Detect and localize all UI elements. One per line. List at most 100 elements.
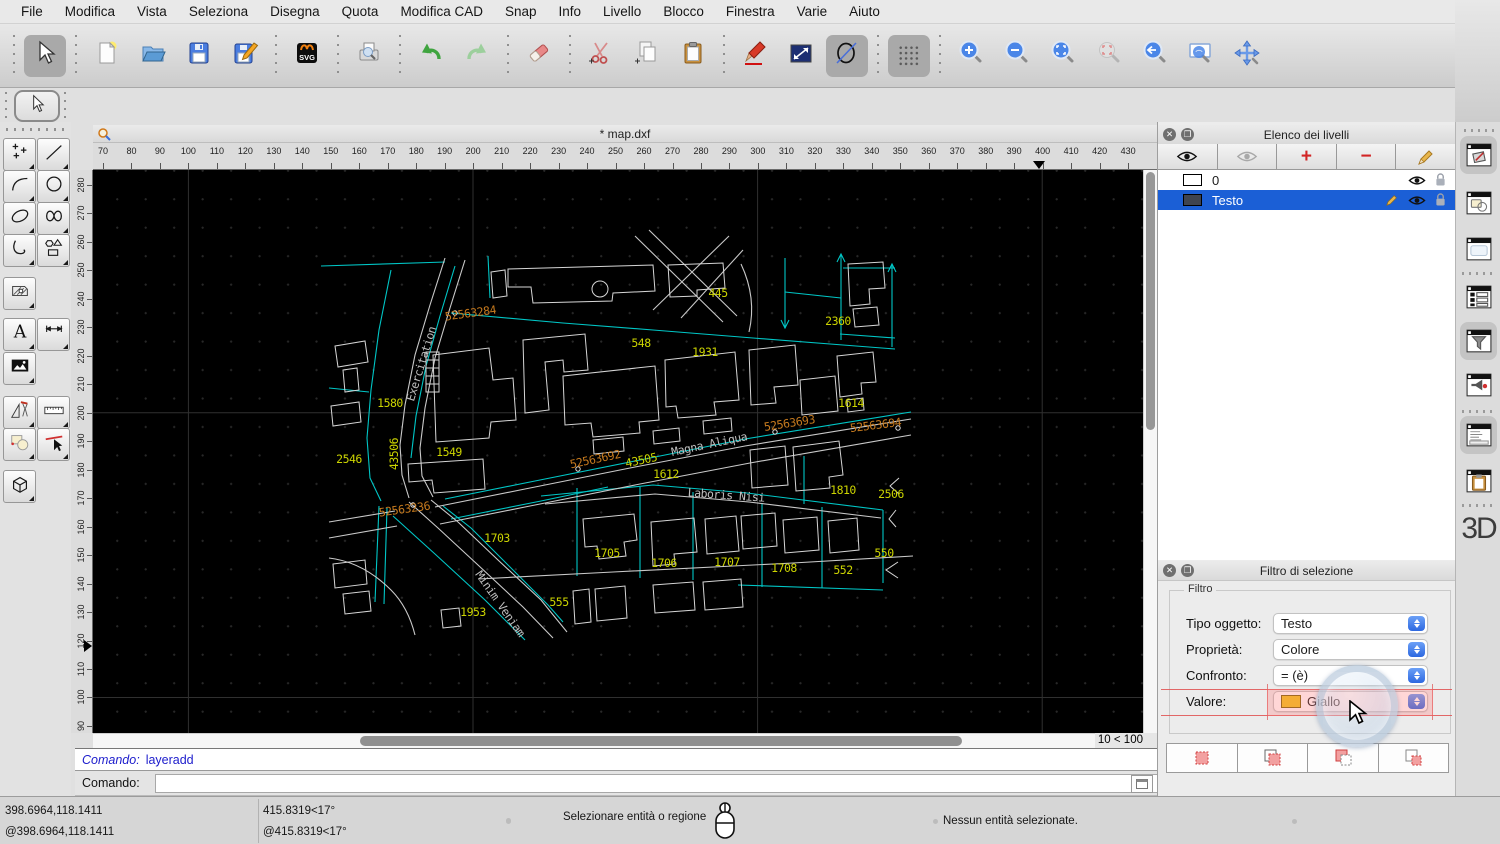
palette-drag-handle[interactable] <box>6 128 64 131</box>
select-new-button[interactable] <box>1167 744 1237 772</box>
drafting-tools-button[interactable] <box>3 396 36 429</box>
palette-drag-handle[interactable] <box>64 92 66 118</box>
pan-button[interactable] <box>1226 35 1268 77</box>
dimension-tool-button[interactable] <box>37 318 70 351</box>
image-tool-button[interactable] <box>3 352 36 385</box>
horizontal-scroll-thumb[interactable] <box>360 736 962 746</box>
polyline-tool-button[interactable] <box>3 234 36 267</box>
layer-row-0[interactable]: 0 <box>1158 170 1455 190</box>
show-all-layers-button[interactable] <box>1158 144 1218 169</box>
collapse-icon[interactable]: ❐ <box>1181 564 1194 577</box>
grid-toggle-button[interactable] <box>888 35 930 77</box>
menu-file[interactable]: File <box>10 4 54 19</box>
layer-visibility-icon[interactable] <box>1408 175 1426 186</box>
properties-panel-toggle[interactable] <box>1460 230 1497 268</box>
cut-button[interactable] <box>580 35 622 77</box>
menu-finestra[interactable]: Finestra <box>715 4 786 19</box>
draw-attribute-button[interactable] <box>734 35 776 77</box>
list-panel-toggle[interactable] <box>1460 278 1497 316</box>
select-intersect-button[interactable] <box>1379 744 1449 772</box>
save-as-button[interactable] <box>224 35 266 77</box>
menu-modifica-cad[interactable]: Modifica CAD <box>389 4 494 19</box>
tools-panel-toggle[interactable] <box>1460 366 1497 404</box>
svg-export-button[interactable]: SVG <box>286 35 328 77</box>
layer-lock-icon[interactable] <box>1435 173 1446 187</box>
select-add-button[interactable] <box>1238 744 1308 772</box>
polygon-tool-button[interactable] <box>37 234 70 267</box>
shapes-panel-toggle[interactable] <box>1460 184 1497 222</box>
menu-aiuto[interactable]: Aiuto <box>838 4 891 19</box>
line-style-button[interactable] <box>780 35 822 77</box>
remove-layer-button[interactable]: − <box>1337 144 1397 169</box>
paste-button[interactable] <box>672 35 714 77</box>
stepper-icon[interactable] <box>1408 616 1425 631</box>
menu-modifica[interactable]: Modifica <box>54 4 126 19</box>
erase-button[interactable] <box>518 35 560 77</box>
trim-tool-button[interactable] <box>37 428 70 461</box>
circle-tool-button[interactable] <box>37 170 70 203</box>
command-panel-toggle[interactable] <box>1460 416 1497 454</box>
filter-dropdown-1[interactable]: Testo <box>1273 613 1428 634</box>
line-tool-button[interactable] <box>37 138 70 171</box>
selection-mode-button[interactable] <box>14 90 60 122</box>
collapse-icon[interactable]: ❐ <box>1181 128 1194 141</box>
zoom-in-button[interactable] <box>950 35 992 77</box>
cube-3d-button[interactable] <box>3 470 36 503</box>
layer-visibility-icon[interactable] <box>1408 195 1426 206</box>
layer-edit-icon[interactable] <box>1385 193 1399 207</box>
select-subtract-button[interactable] <box>1308 744 1378 772</box>
print-preview-button[interactable] <box>348 35 390 77</box>
clipboard-panel-toggle[interactable] <box>1460 462 1497 500</box>
menu-snap[interactable]: Snap <box>494 4 548 19</box>
canvas-vertical-scrollbar[interactable] <box>1143 170 1157 733</box>
ellipse-tool-button[interactable] <box>3 202 36 235</box>
text-tool-button[interactable]: A <box>3 318 36 351</box>
command-input[interactable] <box>155 774 1211 793</box>
command-options-button[interactable] <box>1131 775 1153 793</box>
zoom-out-button[interactable] <box>996 35 1038 77</box>
menu-varie[interactable]: Varie <box>786 4 839 19</box>
ruler-tool-button[interactable] <box>37 396 70 429</box>
close-icon[interactable]: ✕ <box>1163 564 1176 577</box>
stepper-icon[interactable] <box>1408 668 1425 683</box>
menu-livello[interactable]: Livello <box>592 4 652 19</box>
zoom-window-button[interactable] <box>1180 35 1222 77</box>
menu-seleziona[interactable]: Seleziona <box>178 4 259 19</box>
spline-tool-button[interactable] <box>37 202 70 235</box>
drawing-canvas[interactable]: 4452360548193116141580254615494350543506… <box>93 170 1143 733</box>
hatch-tool-button[interactable] <box>3 277 36 310</box>
new-document-button[interactable] <box>86 35 128 77</box>
stepper-icon[interactable] <box>1408 694 1425 709</box>
ellipse-mode-button[interactable] <box>826 35 868 77</box>
layer-row-testo[interactable]: Testo <box>1158 190 1455 210</box>
undo-button[interactable] <box>410 35 452 77</box>
edit-layer-button[interactable] <box>1396 144 1455 169</box>
canvas-horizontal-scrollbar[interactable] <box>93 733 1095 748</box>
stepper-icon[interactable] <box>1408 642 1425 657</box>
layer-color-swatch[interactable] <box>1183 194 1202 206</box>
menu-disegna[interactable]: Disegna <box>259 4 331 19</box>
menu-vista[interactable]: Vista <box>126 4 178 19</box>
filter-panel-toggle[interactable] <box>1460 322 1497 360</box>
menu-quota[interactable]: Quota <box>331 4 390 19</box>
dock-drag-handle[interactable] <box>1464 129 1494 132</box>
save-button[interactable] <box>178 35 220 77</box>
filter-dropdown-2[interactable]: Colore <box>1273 639 1428 660</box>
layers-panel-toggle[interactable] <box>1460 136 1497 174</box>
open-file-button[interactable] <box>132 35 174 77</box>
arc-tool-button[interactable] <box>3 170 36 203</box>
copy-button[interactable] <box>626 35 668 77</box>
close-icon[interactable]: ✕ <box>1163 128 1176 141</box>
3d-mode-label[interactable]: 3D <box>1456 512 1500 546</box>
boolean-ops-button[interactable] <box>3 428 36 461</box>
palette-drag-handle[interactable] <box>5 92 7 118</box>
zoom-fit-button[interactable] <box>1042 35 1084 77</box>
menu-info[interactable]: Info <box>548 4 593 19</box>
zoom-selection-button[interactable] <box>1088 35 1130 77</box>
layer-color-swatch[interactable] <box>1183 174 1202 186</box>
vertical-scroll-thumb[interactable] <box>1146 172 1155 430</box>
points-tool-button[interactable] <box>3 138 36 171</box>
select-tool-button[interactable] <box>24 35 66 77</box>
layer-lock-icon[interactable] <box>1435 193 1446 207</box>
redo-button[interactable] <box>456 35 498 77</box>
